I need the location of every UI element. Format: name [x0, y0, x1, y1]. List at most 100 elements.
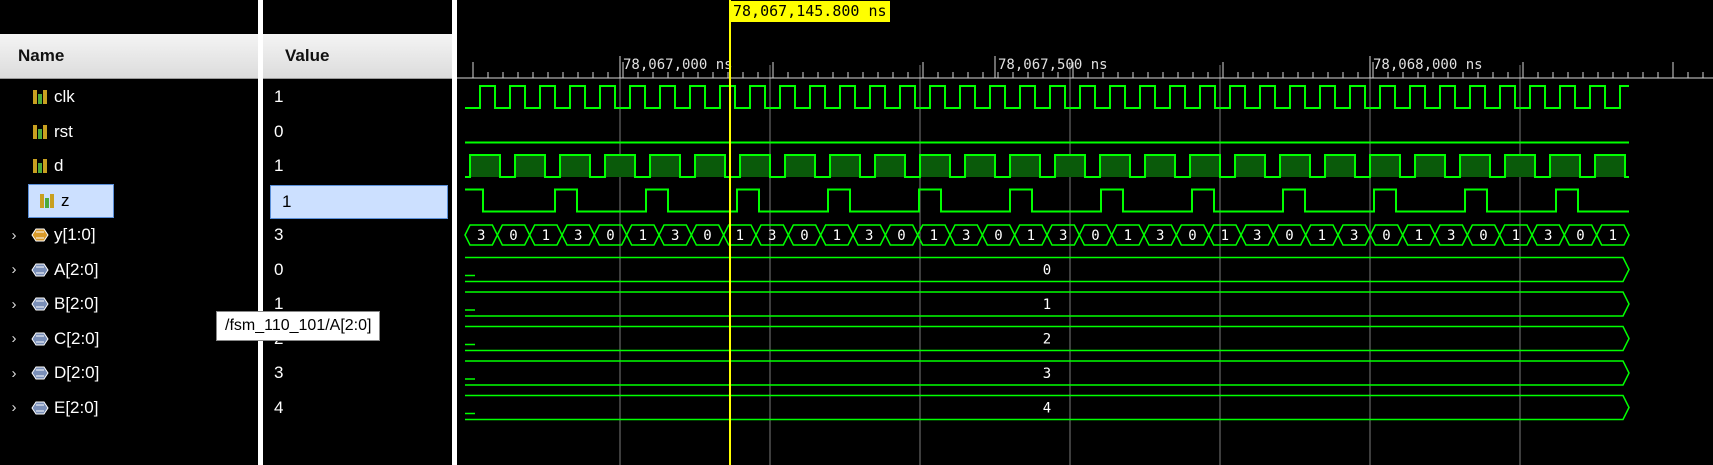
- signal-name: clk: [54, 87, 75, 106]
- y-bus-value: 3: [1156, 228, 1164, 244]
- expand-chevron-icon[interactable]: ›: [6, 330, 22, 347]
- signal-row-3[interactable]: z: [0, 183, 258, 218]
- d-high-fill: [1010, 155, 1040, 177]
- signal-row-4[interactable]: › y[1:0]: [0, 220, 258, 250]
- parameter-bus-icon: [30, 364, 50, 382]
- bus-value-label: 2: [1043, 332, 1051, 348]
- value-text: 4: [274, 397, 284, 417]
- y-bus-value: 0: [606, 228, 614, 244]
- y-bus-value: 3: [865, 228, 873, 244]
- parameter-bus-icon: [30, 295, 50, 313]
- signal-row-2[interactable]: d: [0, 151, 258, 181]
- waveform-canvas[interactable]: 78,067,000 ns 78,067,500 ns 78,068,000 ns 3…: [457, 0, 1713, 465]
- y-bus-value: 1: [736, 228, 744, 244]
- d-high-fill: [785, 155, 815, 177]
- y-bus-value: 3: [1447, 228, 1455, 244]
- signal-name: E[2:0]: [54, 397, 99, 417]
- d-high-fill: [1460, 155, 1490, 177]
- y-bus-value: 3: [477, 228, 485, 244]
- d-high-fill: [830, 155, 860, 177]
- d-high-fill: [1190, 155, 1220, 177]
- d-high-fill: [1505, 155, 1535, 177]
- selected-signal[interactable]: z: [28, 183, 114, 218]
- parameter-bus-icon: [30, 399, 50, 417]
- y-bus-value: 1: [639, 228, 647, 244]
- name-header-label: Name: [18, 46, 65, 65]
- z-waveform: [465, 188, 1629, 213]
- ruler-tick-label: 78,067,000 ns: [623, 57, 733, 73]
- d-high-fill: [965, 155, 995, 177]
- ruler-tick-label: 78,067,500 ns: [998, 57, 1108, 73]
- signal-value-3: 1: [270, 184, 448, 219]
- y-bus-value: 0: [509, 228, 517, 244]
- d-high-fill: [1145, 155, 1175, 177]
- name-column-header[interactable]: Name: [0, 34, 258, 79]
- expand-chevron-icon[interactable]: ›: [6, 296, 22, 313]
- pane-splitter[interactable]: [258, 0, 263, 465]
- signal-name: C[2:0]: [54, 328, 100, 348]
- d-high-fill: [470, 155, 500, 177]
- d-high-fill: [695, 155, 725, 177]
- y-bus-value: 3: [962, 228, 970, 244]
- d-high-fill: [650, 155, 680, 177]
- y-bus-value: 0: [800, 228, 808, 244]
- logic-signal-icon: [37, 192, 57, 210]
- value-text: 1: [282, 191, 292, 211]
- signal-path-tooltip: /fsm_110_101/A[2:0]: [216, 311, 381, 341]
- value-column-header[interactable]: Value: [263, 34, 452, 79]
- y-bus-value: 1: [1124, 228, 1132, 244]
- d-high-fill: [1595, 155, 1625, 177]
- y-bus-value: 1: [1512, 228, 1520, 244]
- signal-name: rst: [54, 121, 73, 141]
- signal-value-4: 3: [263, 220, 452, 250]
- signal-value-9: 4: [263, 393, 452, 423]
- y-bus-value: 3: [574, 228, 582, 244]
- logic-signal-icon: [30, 157, 50, 175]
- signal-name: A[2:0]: [54, 259, 99, 279]
- bus-value-label: 4: [1043, 401, 1051, 417]
- d-high-fill: [1325, 155, 1355, 177]
- value-text: 3: [274, 225, 284, 244]
- y-bus-value: 0: [703, 228, 711, 244]
- y-bus-value: 0: [1576, 228, 1584, 244]
- y-bus-value: 1: [1221, 228, 1229, 244]
- d-high-fill: [1235, 155, 1265, 177]
- bus-value-label: 0: [1043, 263, 1051, 279]
- parameter-bus-icon: [30, 261, 50, 279]
- signal-row-9[interactable]: › E[2:0]: [0, 393, 258, 423]
- y-bus-value: 1: [1415, 228, 1423, 244]
- signal-row-5[interactable]: › A[2:0]: [0, 255, 258, 285]
- expand-chevron-icon[interactable]: ›: [6, 261, 22, 278]
- d-high-fill: [875, 155, 905, 177]
- value-text: 0: [274, 121, 284, 141]
- expand-chevron-icon[interactable]: ›: [6, 365, 22, 382]
- signal-name: d: [54, 156, 64, 175]
- d-high-fill: [1370, 155, 1400, 177]
- tooltip-text: /fsm_110_101/A[2:0]: [225, 317, 372, 334]
- signal-name: z: [61, 190, 70, 210]
- d-high-fill: [1550, 155, 1580, 177]
- d-high-fill: [1415, 155, 1445, 177]
- value-text: 3: [274, 363, 284, 382]
- cursor-time-label[interactable]: 78,067,145.800 ns: [730, 1, 890, 22]
- y-bus-value: 3: [768, 228, 776, 244]
- logic-signal-icon: [30, 123, 50, 141]
- signal-value-5: 0: [263, 255, 452, 285]
- expand-chevron-icon[interactable]: ›: [6, 399, 22, 416]
- d-high-fill: [515, 155, 545, 177]
- y-bus-value: 0: [1479, 228, 1487, 244]
- y-bus-value: 0: [1188, 228, 1196, 244]
- value-header-label: Value: [285, 46, 330, 65]
- y-bus-value: 3: [1059, 228, 1067, 244]
- d-high-fill: [740, 155, 770, 177]
- value-text: 0: [274, 259, 284, 279]
- signal-row-8[interactable]: › D[2:0]: [0, 358, 258, 388]
- signal-value-2: 1: [263, 151, 452, 181]
- d-high-fill: [1100, 155, 1130, 177]
- expand-chevron-icon[interactable]: ›: [6, 227, 22, 244]
- ruler-tick-label: 78,068,000 ns: [1373, 57, 1483, 73]
- signal-row-1[interactable]: rst: [0, 117, 258, 147]
- y-bus-value: 0: [1285, 228, 1293, 244]
- y-bus-value: 0: [897, 228, 905, 244]
- signal-row-0[interactable]: clk: [0, 82, 258, 112]
